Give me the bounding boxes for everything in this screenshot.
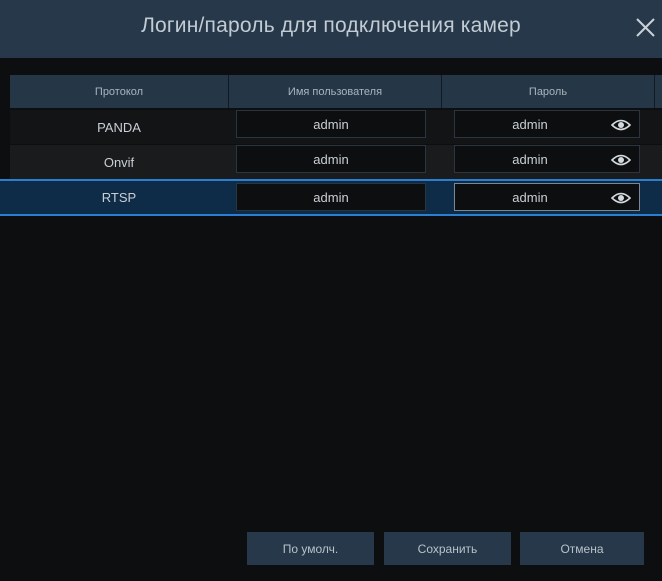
save-button[interactable]: Сохранить xyxy=(384,532,511,565)
password-field[interactable]: admin xyxy=(454,183,640,211)
table-row[interactable]: PANDA admin admin xyxy=(10,110,662,144)
camera-credentials-dialog: Логин/пароль для подключения камер Прото… xyxy=(0,0,662,581)
password-value: admin xyxy=(512,116,548,132)
username-field[interactable]: admin xyxy=(236,145,426,173)
password-field[interactable]: admin xyxy=(454,110,640,138)
username-field[interactable]: admin xyxy=(236,183,426,211)
column-header-username: Имя пользователя xyxy=(287,86,383,98)
protocol-cell: PANDA xyxy=(97,119,141,135)
close-icon[interactable] xyxy=(632,13,658,41)
eye-icon[interactable] xyxy=(610,153,632,167)
column-header-protocol: Протокол xyxy=(94,86,144,98)
cancel-button[interactable]: Отмена xyxy=(520,532,644,565)
dialog-titlebar: Логин/пароль для подключения камер xyxy=(0,0,662,58)
eye-icon[interactable] xyxy=(610,118,632,132)
password-value: admin xyxy=(512,189,548,205)
eye-icon[interactable] xyxy=(610,191,632,205)
table-row-selected[interactable]: RTSP admin admin xyxy=(0,179,662,216)
column-header-password: Пароль xyxy=(528,86,568,98)
protocol-cell: RTSP xyxy=(101,190,137,205)
protocol-cell: Onvif xyxy=(103,154,135,170)
dialog-title: Логин/пароль для подключения камер xyxy=(141,14,521,37)
table-row[interactable]: Onvif admin admin xyxy=(10,145,662,179)
default-button[interactable]: По умолч. xyxy=(247,532,374,565)
password-field[interactable]: admin xyxy=(454,145,640,173)
column-divider xyxy=(654,75,655,108)
table-header: Протокол Имя пользователя Пароль xyxy=(10,75,662,108)
password-value: admin xyxy=(512,151,548,167)
username-field[interactable]: admin xyxy=(236,110,426,138)
